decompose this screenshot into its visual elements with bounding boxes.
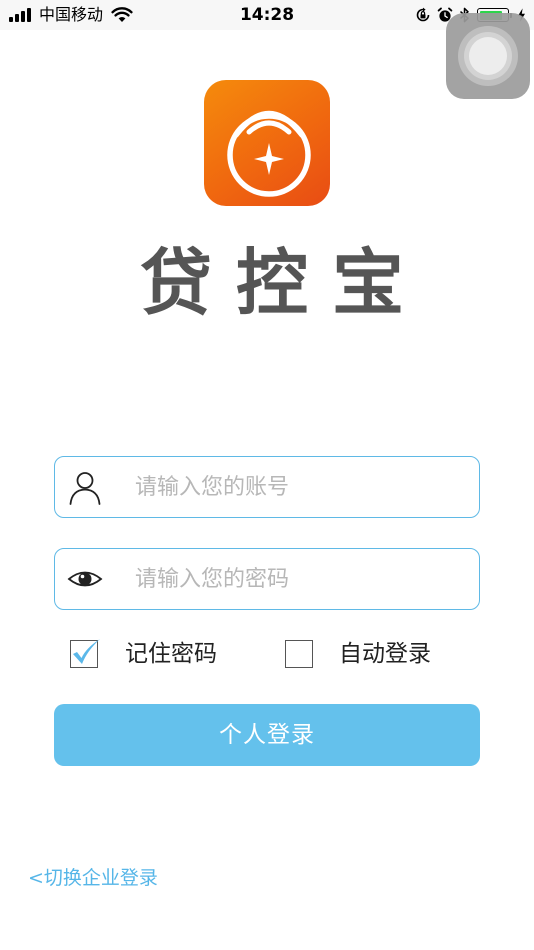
brand-name: 贷控宝 — [140, 241, 429, 325]
auto-login-label: 自动登录 — [339, 641, 431, 667]
account-field[interactable] — [54, 456, 480, 518]
remember-password-checkbox[interactable] — [70, 639, 100, 668]
auto-login-checkbox[interactable] — [285, 640, 313, 668]
assistive-touch-ring — [458, 26, 518, 86]
account-input[interactable] — [135, 465, 465, 509]
rotation-lock-icon — [416, 7, 430, 22]
remember-password-label: 记住密码 — [125, 641, 217, 667]
checkmark-icon — [73, 639, 100, 664]
eye-icon[interactable] — [67, 561, 103, 597]
auto-login-option[interactable]: 自动登录 — [285, 636, 431, 672]
remember-password-option[interactable]: 记住密码 — [70, 636, 217, 672]
logo-emblem-icon — [227, 110, 311, 197]
user-icon — [69, 472, 101, 505]
password-input[interactable] — [135, 557, 465, 601]
assistive-touch-button[interactable] — [446, 13, 530, 99]
app-logo — [204, 80, 330, 206]
password-field[interactable] — [54, 548, 480, 610]
switch-enterprise-login-link[interactable]: <切换企业登录 — [28, 864, 158, 892]
personal-login-button[interactable]: 个人登录 — [54, 704, 480, 766]
